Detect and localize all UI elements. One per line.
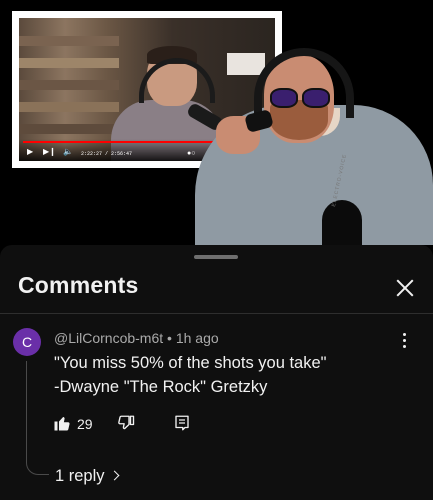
- drag-handle[interactable]: [194, 255, 238, 259]
- wood-plank: [19, 102, 119, 112]
- volume-icon[interactable]: 🔈: [63, 148, 73, 156]
- streamer-sunglasses: [270, 88, 330, 108]
- wood-plank: [19, 36, 119, 46]
- comment-meta: @LilCorncob-m6t • 1h ago: [54, 330, 219, 346]
- comments-title: Comments: [18, 272, 139, 298]
- comment-author[interactable]: @LilCorncob-m6t: [54, 330, 163, 346]
- thumbs-up-icon: [54, 417, 70, 431]
- avatar[interactable]: C: [13, 328, 41, 356]
- play-icon[interactable]: ▶: [27, 148, 33, 156]
- wood-plank: [19, 80, 119, 90]
- chevron-right-icon: [109, 470, 119, 481]
- toggle-icon[interactable]: ●○: [187, 150, 195, 157]
- divider: [0, 313, 433, 314]
- dot: [403, 333, 406, 336]
- dot: [403, 345, 406, 348]
- comment-reply-icon: [175, 415, 189, 431]
- reply-button[interactable]: [173, 413, 195, 435]
- dislike-button[interactable]: [117, 413, 139, 435]
- like-count: 29: [77, 416, 93, 432]
- comment-text: "You miss 50% of the shots you take" -Dw…: [54, 354, 327, 396]
- view-replies-link[interactable]: 1 reply: [55, 467, 119, 486]
- lens-right: [302, 88, 330, 108]
- wood-plank: [19, 58, 119, 68]
- comment-age: 1h ago: [175, 330, 219, 346]
- like-button[interactable]: 29: [53, 413, 98, 435]
- thread-line: [26, 361, 49, 475]
- video-player[interactable]: ▶ ▶❙ 🔈 2:22:27 / 2:56:47 ●○ CC ⚙ ▭ ⛶ ELE…: [0, 0, 433, 245]
- microphone: [322, 200, 362, 245]
- dot: [403, 339, 406, 342]
- thumbs-down-icon: [118, 415, 135, 430]
- meta-separator: •: [163, 330, 176, 346]
- lens-left: [270, 88, 298, 108]
- close-icon[interactable]: [390, 274, 420, 304]
- more-vertical-icon[interactable]: [398, 331, 410, 349]
- inset-time: 2:22:27 / 2:56:47: [81, 151, 133, 157]
- inset-progress-fill: [23, 141, 229, 143]
- wood-plank: [19, 124, 119, 134]
- comments-panel: Comments C @LilCorncob-m6t • 1h ago "You…: [0, 245, 433, 500]
- replies-label: 1 reply: [55, 467, 105, 485]
- next-icon[interactable]: ▶❙: [43, 148, 56, 156]
- background-box: [227, 53, 265, 75]
